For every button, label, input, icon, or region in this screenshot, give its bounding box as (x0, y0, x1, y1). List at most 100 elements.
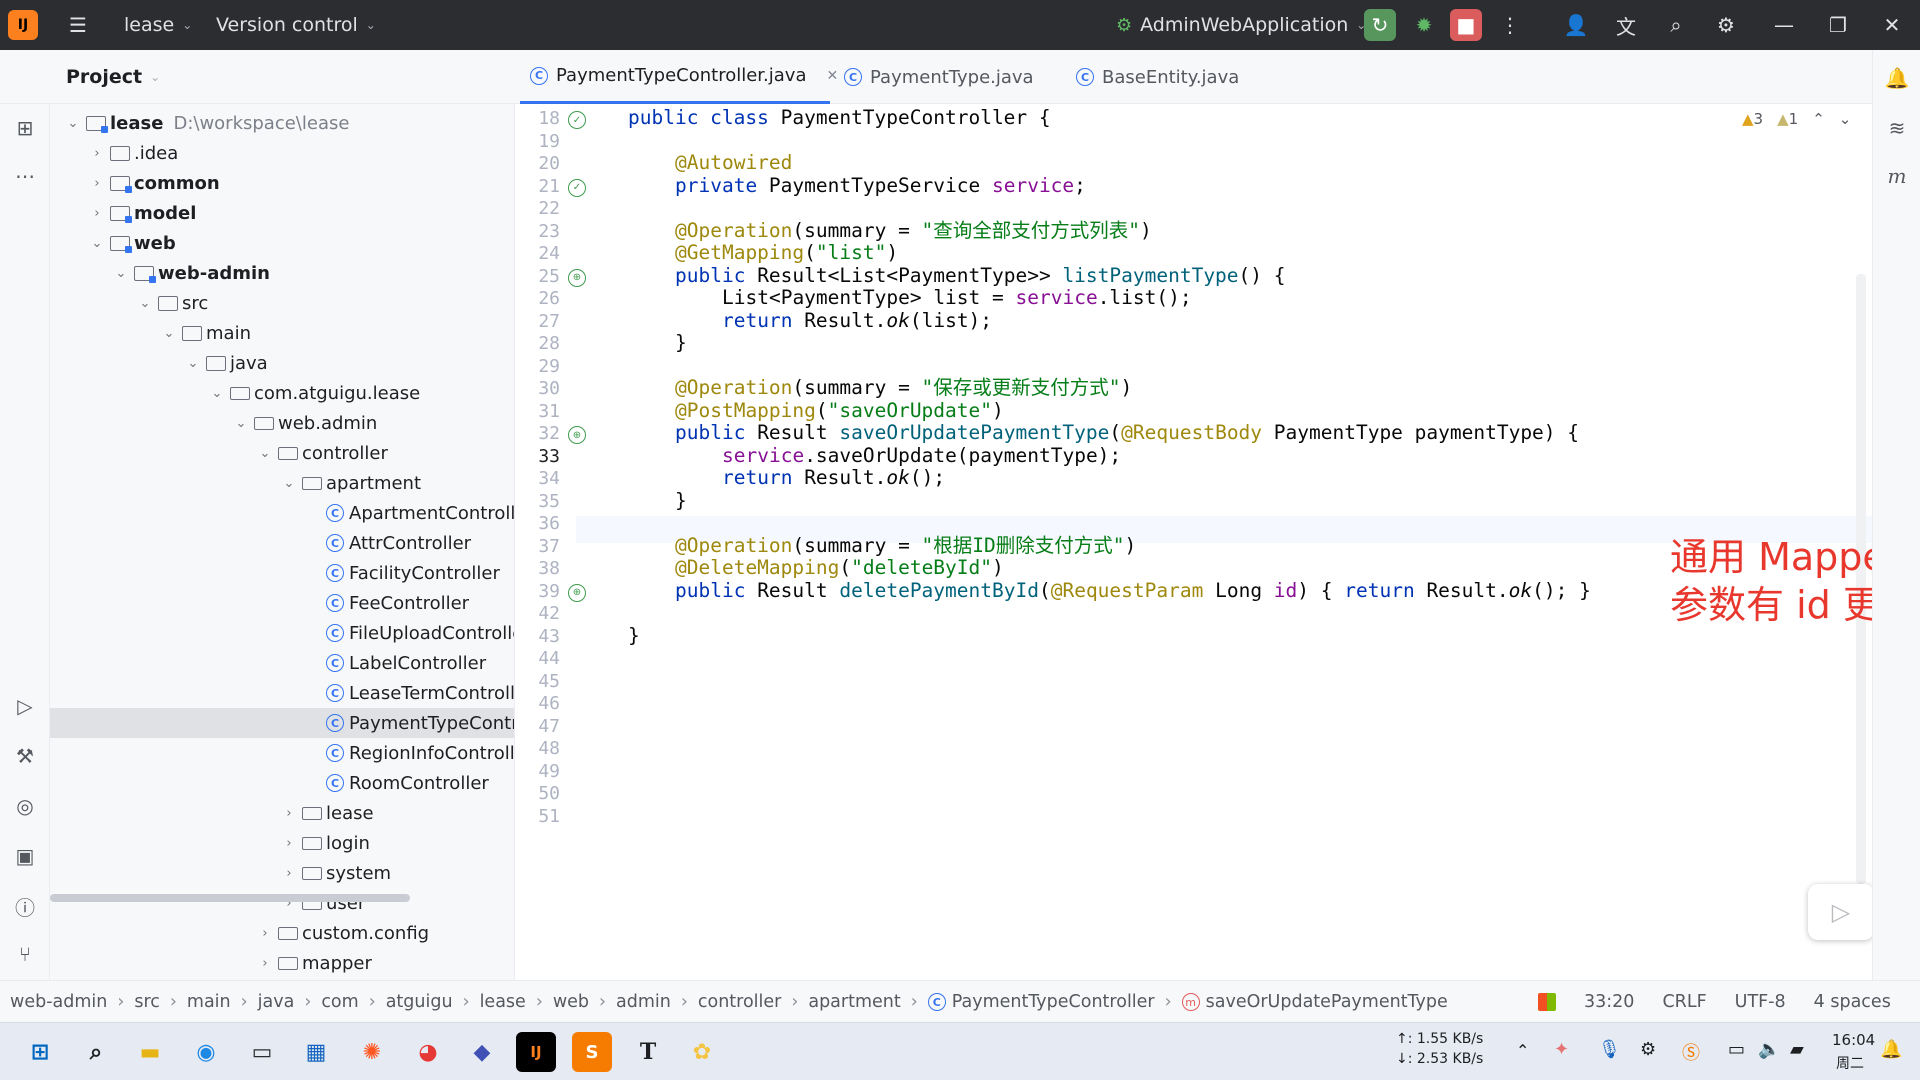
tree-item[interactable]: ⌄ main (50, 318, 514, 348)
maven-tool-icon[interactable]: m (1881, 160, 1913, 192)
more-tools-icon[interactable]: ⋯ (9, 160, 41, 192)
tree-item[interactable]: C FacilityController (50, 558, 514, 588)
tree-item[interactable]: C LabelController (50, 648, 514, 678)
store-icon[interactable]: ▦ (296, 1032, 336, 1072)
breadcrumb-item[interactable]: controller (698, 992, 781, 1012)
tree-item[interactable]: › .idea (50, 138, 514, 168)
search-icon[interactable]: ⌕ (1660, 9, 1692, 41)
microphone-icon[interactable]: 🎙 (1598, 1039, 1621, 1060)
tree-item[interactable]: ⌄ web.admin (50, 408, 514, 438)
tab-paymenttypecontroller[interactable]: C PaymentTypeController.java ✕ (520, 50, 838, 104)
bean-gutter-icon[interactable]: ✓ (568, 111, 586, 129)
tree-horizontal-scrollbar[interactable] (50, 894, 410, 902)
add-user-icon[interactable]: 👤 (1560, 9, 1592, 41)
chevron-right-icon[interactable]: › (256, 956, 274, 971)
chevron-up-icon[interactable]: ⌃ (1812, 110, 1825, 128)
tree-item[interactable]: › lease (50, 798, 514, 828)
chevron-down-icon[interactable]: ⌄ (112, 266, 130, 281)
chevron-up-icon[interactable]: ⌃ (1516, 1041, 1529, 1060)
tree-item[interactable]: › common (50, 168, 514, 198)
tree-item[interactable]: C RoomController (50, 768, 514, 798)
breadcrumb-item[interactable]: web (553, 992, 589, 1012)
tree-item[interactable]: C ApartmentControlle (50, 498, 514, 528)
app-colorful-icon[interactable]: ◆ (462, 1032, 502, 1072)
build-tool-icon[interactable]: ⚒ (9, 740, 41, 772)
chevron-down-icon[interactable]: ⌄ (256, 446, 274, 461)
tree-item[interactable]: C PaymentTypeContr (50, 708, 514, 738)
file-encoding[interactable]: UTF-8 (1735, 992, 1786, 1012)
edge-browser-icon[interactable]: ◉ (186, 1032, 226, 1072)
tree-item[interactable]: C FileUploadControlle (50, 618, 514, 648)
chevron-right-icon[interactable]: › (280, 806, 298, 821)
play-icon[interactable]: ▷ (1808, 884, 1872, 940)
translate-icon[interactable]: 文 (1610, 9, 1642, 41)
caret-position[interactable]: 33:20 (1584, 992, 1634, 1012)
tree-item[interactable]: › login (50, 828, 514, 858)
run-tool-icon[interactable]: ▷ (9, 690, 41, 722)
chevron-down-icon[interactable]: ⌄ (64, 116, 82, 131)
tree-item[interactable]: ⌄ controller (50, 438, 514, 468)
tree-item[interactable]: › mapper (50, 948, 514, 978)
maximize-icon[interactable]: ❐ (1822, 9, 1854, 41)
tree-item[interactable]: ⌄ web-admin (50, 258, 514, 288)
tree-item[interactable]: › system (50, 858, 514, 888)
network-icon[interactable]: ▭ (1728, 1039, 1745, 1060)
app-orange-icon[interactable]: ✺ (352, 1032, 392, 1072)
hamburger-menu-icon[interactable]: ☰ (62, 9, 94, 41)
tray-app-icon[interactable]: ✦ (1554, 1039, 1569, 1060)
code-line[interactable]: private PaymentTypeService service; (675, 172, 1086, 199)
chevron-down-icon[interactable]: ⌄ (232, 416, 250, 431)
code-line[interactable]: public class PaymentTypeController { (628, 104, 1051, 131)
chevron-down-icon[interactable]: ⌄ (150, 70, 160, 84)
tree-item[interactable]: ⌄ web (50, 228, 514, 258)
tree-root[interactable]: ⌄ lease D:\workspace\lease (50, 108, 514, 138)
clock-weekday[interactable]: 周二 (1836, 1053, 1864, 1073)
problems-tool-icon[interactable]: ⓘ (9, 890, 41, 922)
vcs-menu[interactable]: Version control ⌄ (216, 0, 376, 50)
chevron-down-icon[interactable]: ⌄ (1839, 110, 1852, 128)
search-icon[interactable]: ⌕ (76, 1032, 116, 1072)
breadcrumb-item[interactable]: java (258, 992, 295, 1012)
terminal-icon[interactable]: ▭ (242, 1032, 282, 1072)
code-line[interactable]: } (628, 622, 640, 649)
tab-paymenttype[interactable]: C PaymentType.java (840, 50, 1034, 104)
breadcrumb-item[interactable]: apartment (808, 992, 900, 1012)
database-tool-icon[interactable]: ≋ (1881, 112, 1913, 144)
windows-start-icon[interactable]: ⊞ (20, 1032, 60, 1072)
bean-gutter-icon[interactable]: ✓ (568, 178, 586, 197)
endpoint-gutter-icon[interactable]: ⊕ (568, 268, 586, 287)
chevron-right-icon[interactable]: › (88, 176, 106, 191)
endpoint-gutter-icon[interactable]: ⊕ (568, 583, 586, 602)
line-ending[interactable]: CRLF (1662, 992, 1706, 1012)
windows-plugin-icon[interactable] (1538, 993, 1556, 1011)
endpoint-gutter-icon[interactable]: ⊕ (568, 426, 586, 444)
stop-icon[interactable]: ■ (1450, 9, 1482, 41)
settings-gear-icon[interactable]: ⚙ (1710, 9, 1742, 41)
tree-item[interactable]: › user (50, 888, 514, 918)
breadcrumb-item[interactable]: main (187, 992, 231, 1012)
tree-item[interactable]: C AttrController (50, 528, 514, 558)
chevron-down-icon[interactable]: ⌄ (88, 236, 106, 251)
tree-item[interactable]: › model (50, 198, 514, 228)
tree-item[interactable]: › custom.config (50, 918, 514, 948)
chevron-right-icon[interactable]: › (256, 926, 274, 941)
services-tool-icon[interactable]: ◎ (9, 790, 41, 822)
notification-bell-icon[interactable]: 🔔 (1880, 1039, 1902, 1060)
chevron-down-icon[interactable]: ⌄ (208, 386, 226, 401)
code-line[interactable]: } (675, 329, 687, 356)
structure-tool-icon[interactable]: ⊞ (9, 112, 41, 144)
inspection-widget[interactable]: ▲3 ▲1 ⌃ ⌄ (1742, 110, 1851, 128)
code-line[interactable]: } (675, 487, 687, 514)
tray-s-icon[interactable]: Ⓢ (1682, 1039, 1700, 1065)
terminal-tool-icon[interactable]: ▣ (9, 840, 41, 872)
sublime-icon[interactable]: S (572, 1032, 612, 1072)
code-line[interactable]: return Result.ok(list); (722, 307, 992, 334)
file-explorer-icon[interactable]: ▬ (130, 1032, 170, 1072)
breadcrumb-item[interactable]: com (321, 992, 358, 1012)
tab-baseentity[interactable]: C BaseEntity.java (1072, 50, 1239, 104)
debug-icon[interactable]: ✹ (1408, 9, 1440, 41)
breadcrumb-item[interactable]: src (134, 992, 160, 1012)
breadcrumb-item[interactable]: lease (480, 992, 526, 1012)
tree-item[interactable]: ⌄ com.atguigu.lease (50, 378, 514, 408)
intellij-taskbar-icon[interactable]: IJ (516, 1032, 556, 1072)
